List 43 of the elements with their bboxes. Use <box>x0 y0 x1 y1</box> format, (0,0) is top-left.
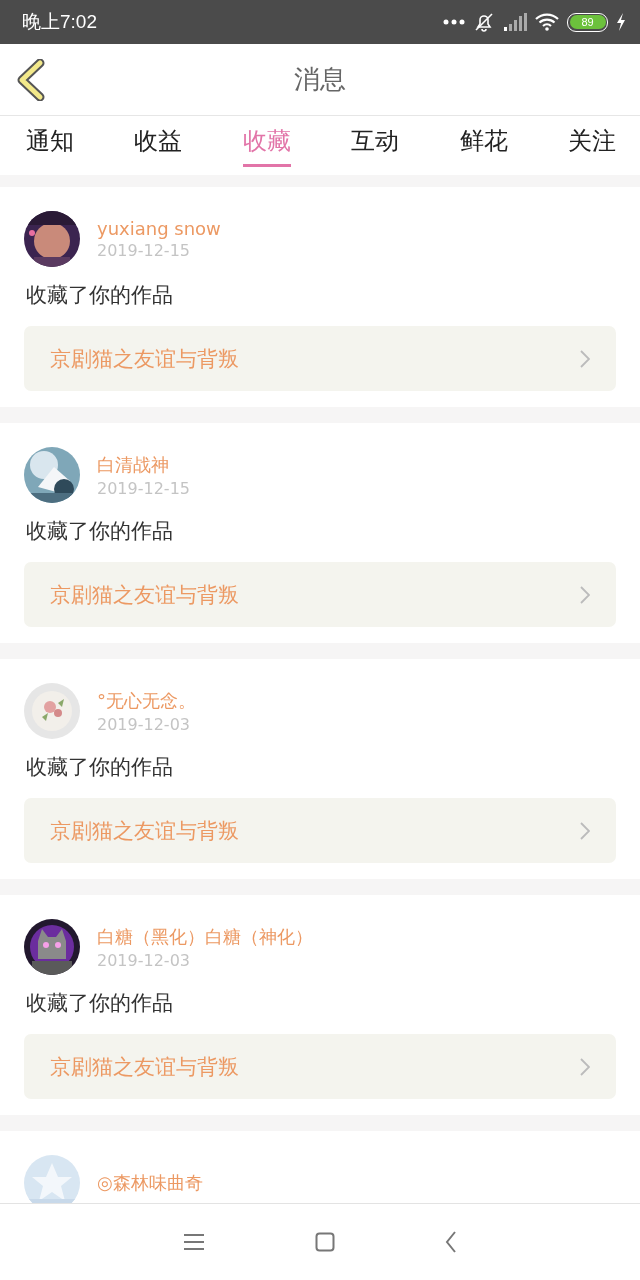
message-text: 收藏了你的作品 <box>26 990 174 1017</box>
work-link[interactable]: 京剧猫之友谊与背叛 <box>24 798 616 863</box>
user-name[interactable]: °无心无念。 <box>97 688 196 713</box>
muted-bell-icon <box>473 11 495 33</box>
user-name[interactable]: ◎森林味曲奇 <box>97 1171 203 1195</box>
tab[interactable]: 互动 <box>351 116 400 167</box>
back-icon[interactable] <box>16 59 46 101</box>
message-text: 收藏了你的作品 <box>26 754 174 781</box>
chevron-right-icon <box>580 585 590 604</box>
user-name[interactable]: 白糖（黑化）白糖（神化） <box>97 924 313 949</box>
tab[interactable]: 收藏 <box>242 116 291 167</box>
user-name[interactable]: 白清战神 <box>97 452 190 477</box>
date-text: 2019-12-03 <box>97 714 191 734</box>
work-title: 京剧猫之友谊与背叛 <box>50 817 239 845</box>
clock-time: 晚上7:02 <box>22 10 97 34</box>
back-icon[interactable] <box>445 1231 457 1253</box>
page-title: 消息 <box>294 63 346 96</box>
wifi-icon <box>535 13 559 31</box>
chevron-right-icon <box>580 1057 590 1076</box>
chevron-right-icon <box>580 349 590 368</box>
work-title: 京剧猫之友谊与背叛 <box>50 581 239 609</box>
tab[interactable]: 鲜花 <box>459 116 508 167</box>
work-title: 京剧猫之友谊与背叛 <box>50 1053 239 1081</box>
menu-icon[interactable] <box>183 1233 205 1251</box>
signal-icon <box>503 13 527 31</box>
tab[interactable]: 关注 <box>567 116 616 167</box>
battery-level: 89 <box>567 12 608 32</box>
message-text: 收藏了你的作品 <box>26 282 174 309</box>
charging-icon <box>616 13 626 31</box>
user-name[interactable]: yuxiang snow <box>97 218 221 239</box>
message-text: 收藏了你的作品 <box>26 518 174 545</box>
work-link[interactable]: 京剧猫之友谊与背叛 <box>24 326 616 391</box>
home-icon[interactable] <box>315 1232 335 1252</box>
work-title: 京剧猫之友谊与背叛 <box>50 345 239 373</box>
work-link[interactable]: 京剧猫之友谊与背叛 <box>24 562 616 627</box>
tab[interactable]: 通知 <box>26 116 74 167</box>
date-text: 2019-12-15 <box>97 478 190 498</box>
dots-icon <box>443 19 465 25</box>
work-link[interactable]: 京剧猫之友谊与背叛 <box>24 1034 616 1099</box>
date-text: 2019-12-15 <box>97 241 191 260</box>
date-text: 2019-12-03 <box>97 950 191 970</box>
chevron-right-icon <box>580 821 590 840</box>
tab[interactable]: 收益 <box>134 116 183 167</box>
